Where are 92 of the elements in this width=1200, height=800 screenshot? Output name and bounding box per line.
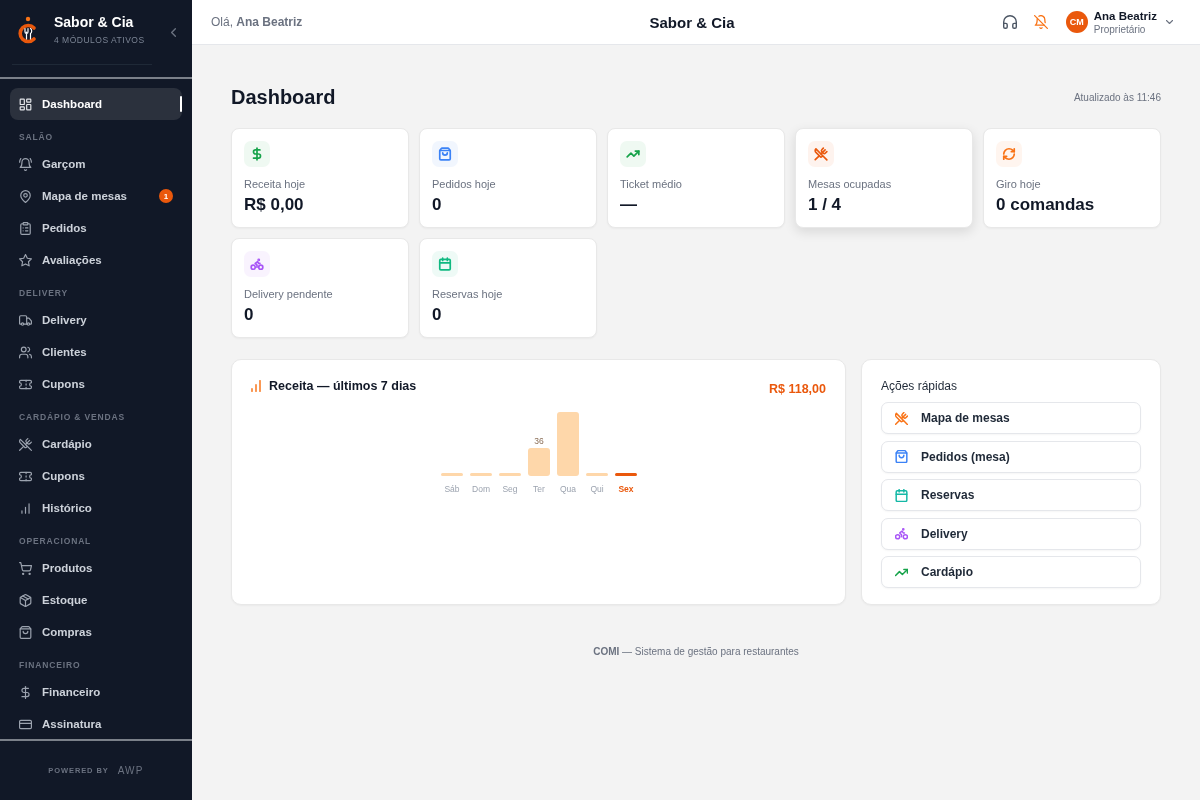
- quick-action-button[interactable]: Pedidos (mesa): [881, 440, 1141, 473]
- quick-action-button[interactable]: Delivery: [881, 517, 1141, 550]
- nav-item[interactable]: Compras: [10, 616, 182, 648]
- truck-icon: [19, 313, 32, 327]
- nav-item[interactable]: Cupons: [10, 368, 182, 400]
- section-heading: FINANCEIRO: [18, 659, 82, 672]
- stat-value: 1 / 4: [808, 194, 842, 216]
- dashboard-grid-icon: [19, 97, 32, 111]
- page-title: Dashboard: [231, 85, 336, 109]
- bar-chart-icon: [251, 380, 261, 392]
- map-pin-icon: [19, 189, 32, 203]
- nav-item[interactable]: Delivery: [10, 304, 182, 336]
- stat-value: R$ 0,00: [244, 194, 304, 216]
- package-icon: [19, 593, 32, 607]
- dollar-icon: [244, 141, 270, 167]
- credit-card-icon: [19, 717, 32, 731]
- axis-label: Seg: [501, 484, 518, 494]
- crossed-utensils-icon: [19, 437, 32, 451]
- nav-item[interactable]: Estoque: [10, 584, 182, 616]
- chevron-left-icon[interactable]: [171, 27, 176, 37]
- section-heading: CARDÁPIO & VENDAS: [18, 411, 127, 424]
- user-role: Proprietário: [1093, 22, 1147, 36]
- axis-label: Qui: [589, 484, 604, 494]
- ringing-bell-icon: [19, 157, 32, 171]
- brand-subtitle: 4 MÓDULOS ATIVOS: [54, 35, 145, 46]
- panel-title: Ações rápidas: [881, 378, 959, 394]
- stat-label: Reservas hoje: [432, 287, 503, 302]
- refresh-icon: [996, 141, 1022, 167]
- stat-value: 0: [432, 194, 442, 216]
- stat-label: Giro hoje: [996, 177, 1041, 192]
- fork-knife-logo-icon: [18, 16, 38, 44]
- nav-item[interactable]: Cupons: [10, 460, 182, 492]
- brand-logo-text: AWP: [117, 765, 144, 776]
- quick-action-button[interactable]: Cardápio: [881, 556, 1141, 588]
- nav-item[interactable]: Cardápio: [10, 428, 182, 460]
- value-label: 36: [533, 435, 544, 446]
- section-heading: DELIVERY: [18, 287, 69, 300]
- nav-item[interactable]: Financeiro: [10, 676, 182, 708]
- axis-label: Qua: [559, 484, 576, 494]
- greeting-text: Olá, Ana Beatriz: [211, 15, 303, 29]
- bicycle-icon: [244, 251, 270, 277]
- stat-label: Delivery pendente: [244, 287, 333, 302]
- section-heading: SALÃO: [18, 131, 54, 144]
- chevron-down-icon[interactable]: [1166, 20, 1173, 24]
- stat-value: 0 comandas: [996, 194, 1095, 216]
- quick-action-button[interactable]: Reservas: [881, 479, 1141, 511]
- stat-label: Mesas ocupadas: [808, 177, 892, 192]
- bar-chart-icon: [19, 501, 32, 515]
- stat-value: 0: [244, 304, 254, 326]
- quick-action-button[interactable]: Mapa de mesas: [881, 402, 1141, 434]
- axis-label: Dom: [471, 484, 490, 494]
- nav-item[interactable]: Assinatura: [10, 708, 182, 739]
- calendar-icon: [432, 251, 458, 277]
- nav-item[interactable]: Mapa de mesas 1: [10, 180, 182, 212]
- clipboard-icon: [19, 221, 32, 235]
- axis-label: Sex: [617, 484, 634, 494]
- bell-off-icon[interactable]: [1033, 15, 1048, 29]
- stat-label: Pedidos hoje: [432, 177, 496, 192]
- stat-value: —: [620, 194, 637, 216]
- stat-value: 0: [432, 304, 442, 326]
- user-avatar: CM: [1065, 11, 1088, 33]
- shopping-bag-icon: [432, 141, 458, 167]
- nav-item[interactable]: Avaliações: [10, 244, 182, 276]
- nav-item[interactable]: Produtos: [10, 552, 182, 584]
- star-icon: [19, 253, 32, 267]
- nav-item[interactable]: Dashboard: [10, 88, 182, 120]
- section-heading: OPERACIONAL: [18, 535, 93, 548]
- ticket-icon: [19, 469, 32, 483]
- revenue-total: R$ 118,00: [769, 381, 826, 396]
- stat-label: Receita hoje: [244, 177, 306, 192]
- stat-label: Ticket médio: [620, 177, 682, 192]
- crossed-utensils-icon: [808, 141, 834, 167]
- footer-text: COMI — Sistema de gestão para restaurantes: [592, 646, 800, 658]
- shopping-cart-icon: [19, 561, 32, 575]
- dollar-icon: [19, 685, 32, 699]
- trend-up-icon: [620, 141, 646, 167]
- nav-item[interactable]: Pedidos: [10, 212, 182, 244]
- nav-item[interactable]: Garçom: [10, 148, 182, 180]
- updated-time: Atualizado às 11:46: [1073, 91, 1161, 103]
- axis-label: Sáb: [443, 484, 460, 494]
- nav-item[interactable]: Histórico: [10, 492, 182, 524]
- shopping-bag-icon: [19, 625, 32, 639]
- axis-label: Ter: [532, 484, 545, 494]
- ticket-icon: [19, 377, 32, 391]
- nav-item[interactable]: Clientes: [10, 336, 182, 368]
- chart-title: Receita — últimos 7 dias: [269, 379, 417, 393]
- count-badge: 1: [159, 189, 173, 203]
- user-name: Ana Beatriz: [1093, 8, 1157, 23]
- brand-name: Sabor & Cia: [54, 14, 135, 31]
- users-icon: [19, 345, 32, 359]
- app-title: Sabor & Cia: [649, 13, 735, 31]
- headphones-icon[interactable]: [1002, 15, 1017, 29]
